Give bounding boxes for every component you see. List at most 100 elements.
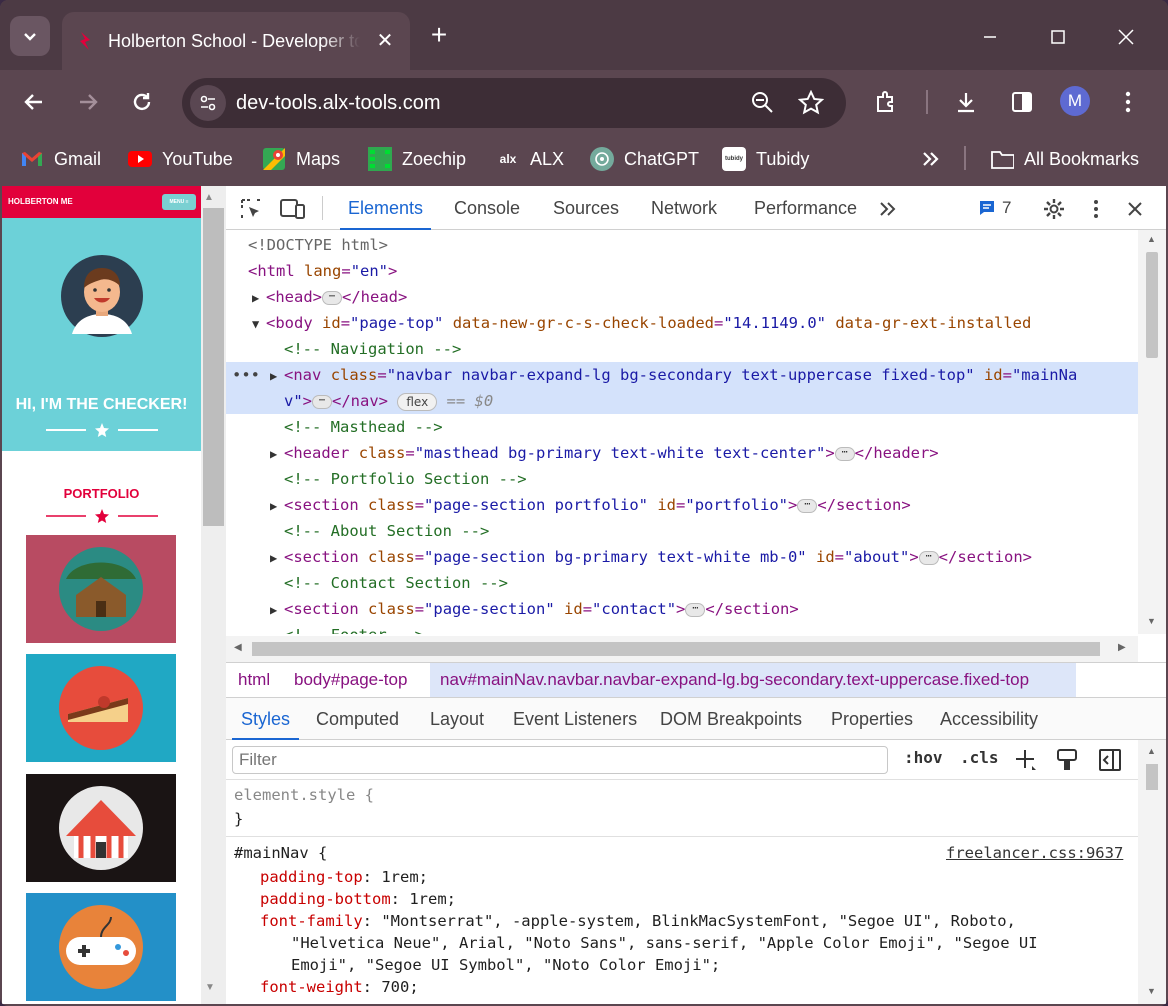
devtools-menu-icon[interactable] [1083, 196, 1109, 222]
style-property[interactable]: font-weight: 700; [260, 976, 419, 998]
reload-button[interactable] [124, 84, 160, 120]
breadcrumb-body[interactable]: body#page-top [294, 663, 407, 697]
style-property[interactable]: font-family: "Montserrat", -apple-system… [260, 910, 1016, 932]
tab-event-listeners[interactable]: Event Listeners [513, 698, 637, 740]
breadcrumb-nav[interactable]: nav#mainNav.navbar.navbar-expand-lg.bg-s… [430, 663, 1076, 697]
close-tab-icon[interactable]: ✕ [374, 30, 396, 52]
device-toolbar-icon[interactable] [280, 196, 306, 222]
dom-node-head[interactable]: ▶ <head> ⋯ </head> [252, 284, 1138, 310]
back-button[interactable] [16, 84, 52, 120]
minimize-button[interactable] [968, 20, 1012, 54]
node-actions-icon[interactable]: ••• [232, 362, 260, 388]
scroll-left-icon[interactable]: ◀ [234, 642, 242, 653]
portfolio-tile-gamepad[interactable] [26, 893, 176, 1001]
maximize-button[interactable] [1036, 20, 1080, 54]
issues-counter[interactable]: 7 [978, 198, 1011, 218]
dom-comment[interactable]: <!-- Navigation --> [284, 336, 1138, 362]
extensions-button[interactable] [868, 84, 904, 120]
dom-node-section-contact[interactable]: ▶ <section class="page-section" id="conta… [270, 596, 1138, 622]
dom-node-nav-selected[interactable]: ••• ▶ <nav class="navbar navbar-expand-lg… [226, 362, 1138, 414]
side-panel-button[interactable] [1004, 84, 1040, 120]
dom-tree-vscrollbar[interactable]: ▲ ▼ [1138, 230, 1166, 634]
dom-node-doctype[interactable]: <!DOCTYPE html> [248, 232, 1138, 258]
new-style-rule-icon[interactable] [1014, 748, 1038, 777]
preview-brand[interactable]: HOLBERTON ME [8, 197, 73, 206]
tab-performance[interactable]: Performance [754, 186, 857, 230]
tab-styles[interactable]: Styles [232, 698, 300, 740]
dom-node-header[interactable]: ▶ <header class="masthead bg-primary text… [270, 440, 1138, 466]
portfolio-tile-cabin[interactable] [26, 535, 176, 643]
flex-badge[interactable]: flex [397, 392, 438, 411]
dom-node-html[interactable]: <html lang="en"> [248, 258, 1138, 284]
preview-scrollbar[interactable]: ▲ ▼ [201, 186, 226, 1004]
bookmark-maps[interactable]: Maps [262, 146, 340, 172]
close-devtools-icon[interactable] [1122, 196, 1148, 222]
tab-elements[interactable]: Elements [340, 186, 432, 230]
tab-console[interactable]: Console [454, 186, 520, 230]
url-text[interactable]: dev-tools.alx-tools.com [236, 92, 441, 115]
styles-vscrollbar[interactable]: ▲ ▼ [1138, 740, 1166, 1004]
tab-dom-breakpoints[interactable]: DOM Breakpoints [660, 698, 802, 740]
tab-network[interactable]: Network [651, 186, 717, 230]
scroll-up-icon[interactable]: ▲ [1147, 746, 1156, 756]
breadcrumb-html[interactable]: html [238, 663, 270, 697]
more-tabs-icon[interactable] [874, 196, 900, 222]
styles-scroll-thumb[interactable] [1146, 764, 1158, 790]
dom-comment[interactable]: <!-- Portfolio Section --> [284, 466, 1138, 492]
scroll-down-icon[interactable]: ▼ [205, 982, 215, 993]
inspect-element-icon[interactable] [238, 196, 264, 222]
address-bar[interactable]: dev-tools.alx-tools.com [182, 78, 846, 128]
portfolio-tile-cake[interactable] [26, 654, 176, 762]
scroll-down-icon[interactable]: ▼ [1147, 986, 1156, 996]
dom-comment[interactable]: <!-- Footer --> [284, 622, 1138, 634]
tab-accessibility[interactable]: Accessibility [940, 698, 1038, 740]
dom-node-section-about[interactable]: ▶ <section class="page-section bg-primary… [270, 544, 1138, 570]
tab-search-button[interactable] [10, 16, 50, 56]
dom-tree-hscrollbar[interactable]: ◀ ▶ [226, 636, 1138, 662]
zoom-icon[interactable] [750, 90, 776, 121]
rule-source-link[interactable]: freelancer.css:9637 [946, 842, 1123, 864]
scroll-right-icon[interactable]: ▶ [1118, 642, 1126, 653]
forward-button[interactable] [70, 84, 106, 120]
scroll-down-icon[interactable]: ▼ [1147, 616, 1156, 626]
preview-menu-button[interactable]: MENU ≡ [162, 194, 196, 210]
portfolio-tile-circus[interactable] [26, 774, 176, 882]
tab-properties[interactable]: Properties [831, 698, 913, 740]
bookmark-gmail[interactable]: Gmail [20, 146, 101, 172]
element-style-rule[interactable]: element.style { [234, 784, 374, 806]
dom-node-body[interactable]: ▼ <body id="page-top" data-new-gr-c-s-che… [252, 310, 1138, 336]
dom-comment[interactable]: <!-- About Section --> [284, 518, 1138, 544]
close-window-button[interactable] [1104, 20, 1148, 54]
dom-node-section-portfolio[interactable]: ▶ <section class="page-section portfolio"… [270, 492, 1138, 518]
rule-selector[interactable]: #mainNav { [234, 842, 327, 864]
dom-comment[interactable]: <!-- Masthead --> [284, 414, 1138, 440]
menu-button[interactable] [1110, 84, 1146, 120]
more-bookmarks-icon[interactable] [920, 146, 940, 172]
paint-brush-icon[interactable] [1056, 748, 1078, 777]
all-bookmarks[interactable]: All Bookmarks [990, 146, 1139, 172]
tab-computed[interactable]: Computed [316, 698, 399, 740]
style-property[interactable]: padding-top: 1rem; [260, 866, 428, 888]
styles-filter-input[interactable] [232, 746, 888, 774]
toggle-sidebar-icon[interactable] [1098, 748, 1122, 777]
bookmark-chatgpt[interactable]: ChatGPT [590, 146, 699, 172]
hover-state-button[interactable]: :hov [904, 748, 943, 767]
settings-gear-icon[interactable] [1041, 196, 1067, 222]
site-info-icon[interactable] [190, 85, 226, 121]
bookmark-alx[interactable]: alx ALX [496, 146, 564, 172]
scroll-up-icon[interactable]: ▲ [204, 192, 214, 203]
tab-sources[interactable]: Sources [553, 186, 619, 230]
dom-tree-scroll-thumb[interactable] [1146, 252, 1158, 358]
downloads-button[interactable] [948, 84, 984, 120]
bookmark-youtube[interactable]: YouTube [128, 146, 233, 172]
bookmark-zoechip[interactable]: Zoechip [368, 146, 466, 172]
tab-layout[interactable]: Layout [430, 698, 484, 740]
class-toggle-button[interactable]: .cls [960, 748, 999, 767]
style-property[interactable]: padding-bottom: 1rem; [260, 888, 456, 910]
active-tab[interactable]: Holberton School - Developer tools ✕ [62, 12, 410, 70]
bookmark-star-icon[interactable] [797, 89, 825, 121]
scroll-up-icon[interactable]: ▲ [1147, 234, 1156, 244]
new-tab-button[interactable]: + [424, 20, 454, 50]
dom-tree-hscroll-thumb[interactable] [252, 642, 1100, 656]
preview-scroll-thumb[interactable] [203, 208, 224, 526]
